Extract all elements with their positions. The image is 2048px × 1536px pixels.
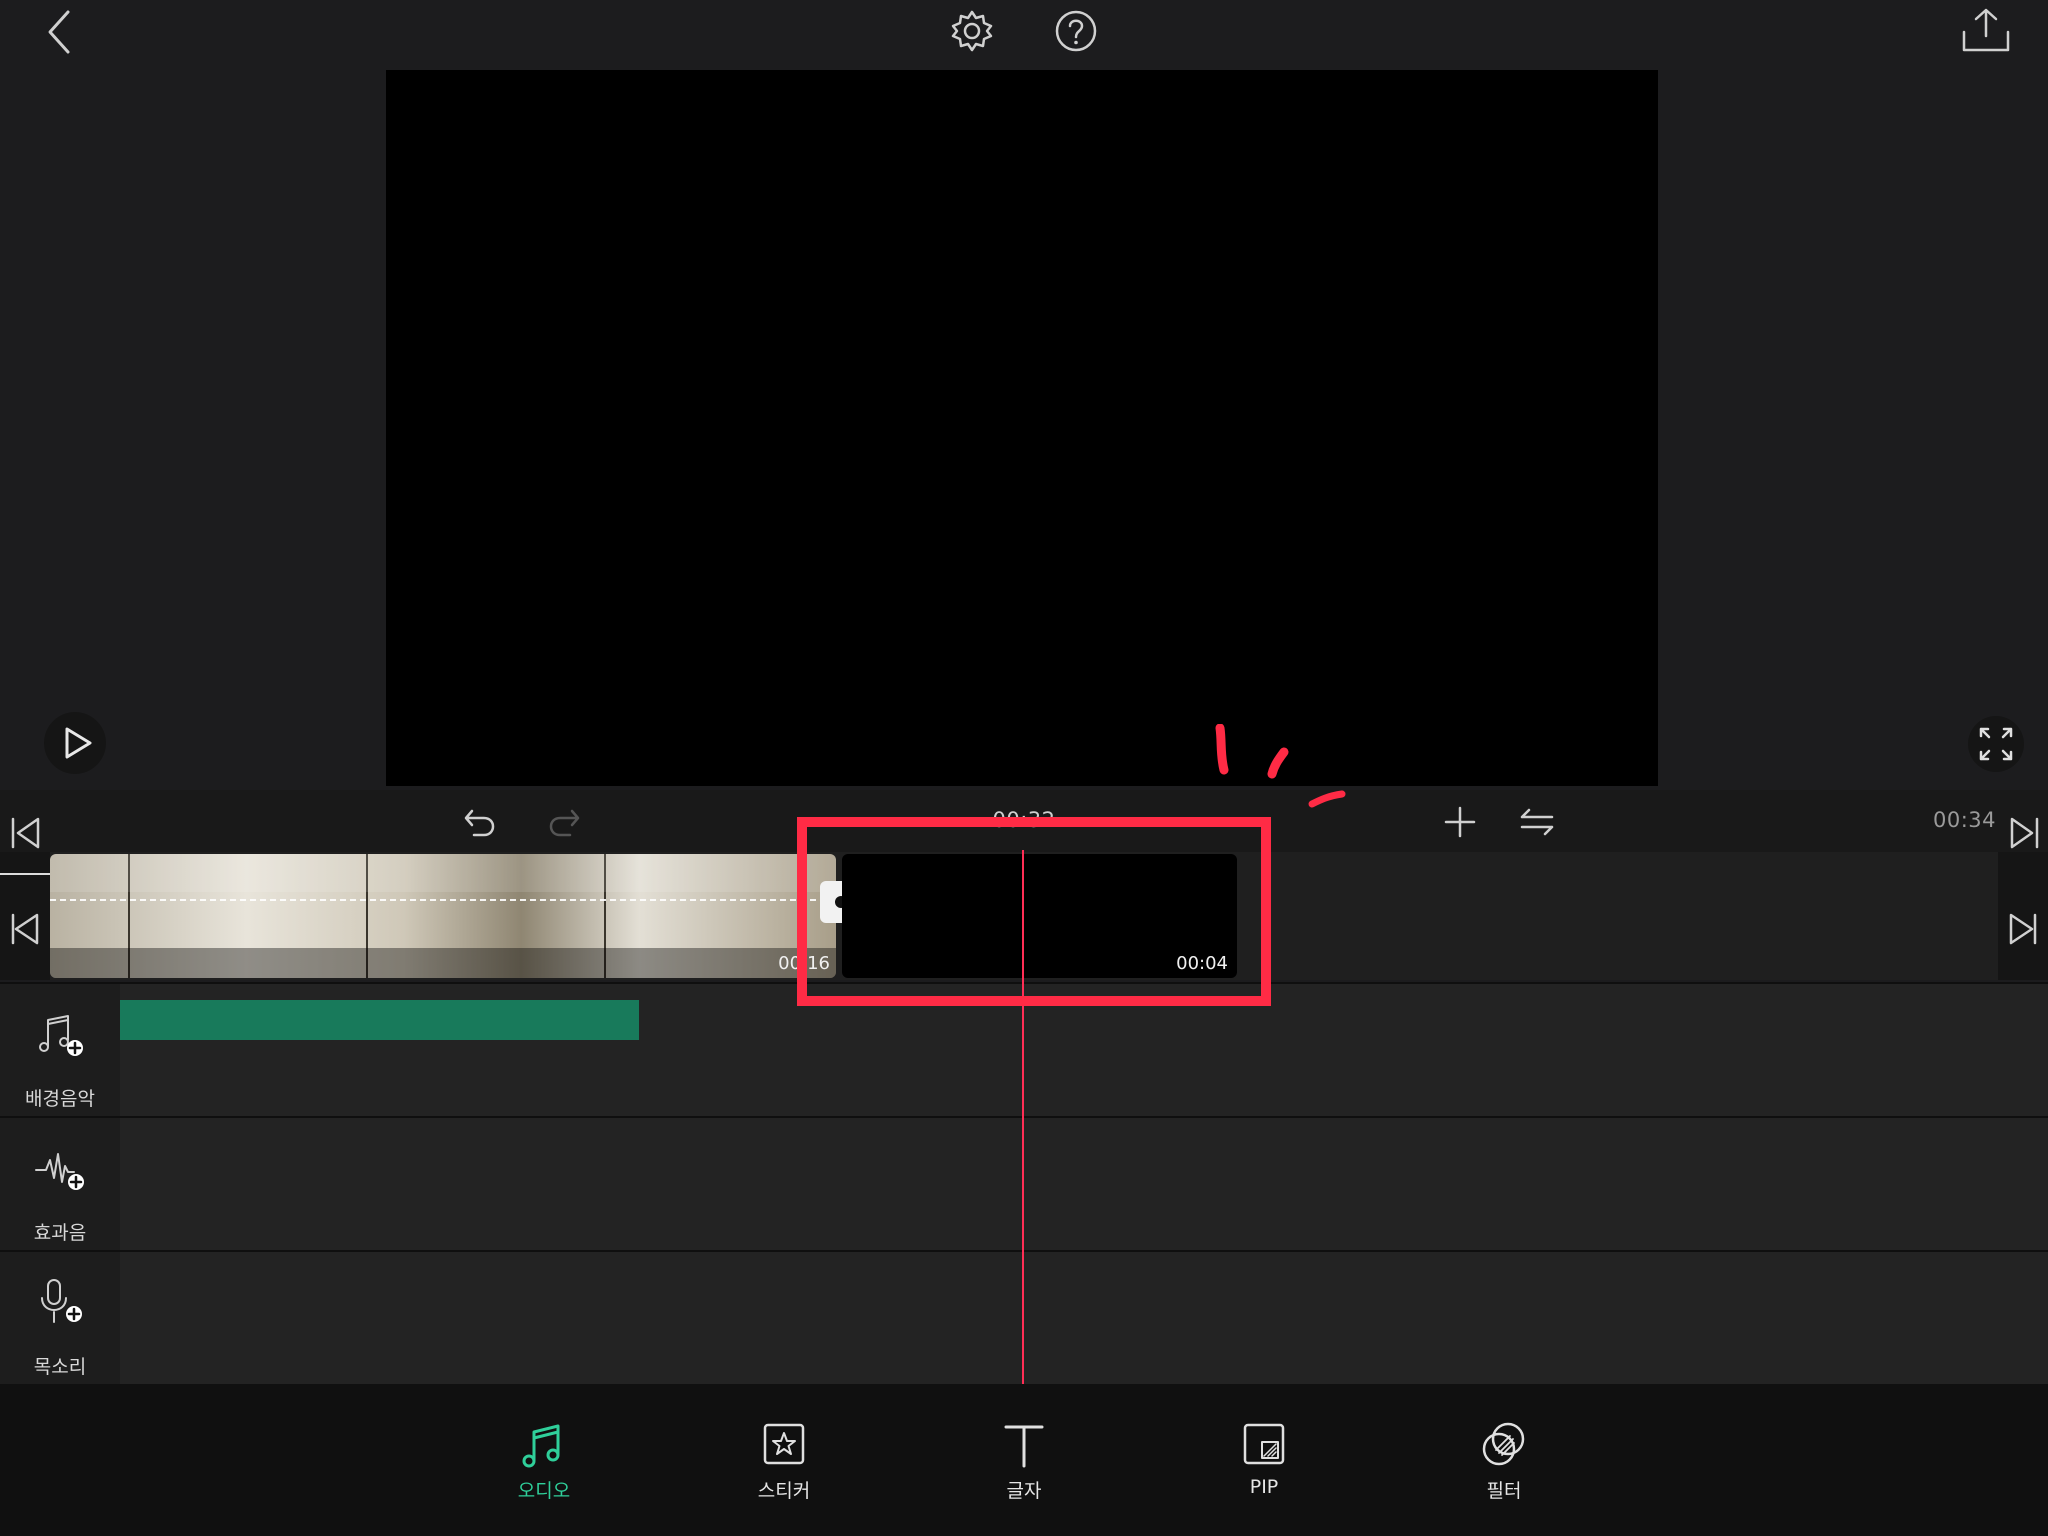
tool-filter[interactable]: 필터 [1424, 1384, 1584, 1536]
play-button[interactable] [44, 712, 106, 774]
track-label: 배경음악 [25, 1088, 95, 1110]
jump-to-end-icon[interactable] [2008, 816, 2040, 850]
top-bar [0, 0, 2048, 70]
settings-gear-icon[interactable] [950, 9, 994, 53]
back-icon[interactable] [44, 8, 76, 56]
track-label: 효과음 [33, 1222, 87, 1244]
video-clip[interactable]: 00:16 [50, 854, 836, 978]
tool-label: PIP [1249, 1476, 1279, 1498]
fullscreen-icon[interactable] [1968, 716, 2024, 772]
music-note-icon [520, 1422, 568, 1470]
bottom-toolbar: 오디오 스티커 글자 PIP 필터 [0, 1384, 2048, 1536]
volume-line[interactable] [50, 899, 836, 901]
swap-arrows-icon[interactable] [1520, 806, 1554, 838]
waveform-add-icon[interactable] [34, 1148, 86, 1192]
pip-icon [1242, 1422, 1286, 1466]
next-frame-icon[interactable] [2008, 912, 2038, 946]
tool-label: 스티커 [757, 1480, 811, 1502]
clip-footer [50, 948, 836, 978]
timeline-start-marker [0, 873, 50, 875]
undo-icon[interactable] [462, 804, 498, 840]
help-icon[interactable] [1054, 9, 1098, 53]
track-label: 목소리 [33, 1356, 87, 1378]
tool-label: 글자 [1006, 1480, 1042, 1502]
tool-audio[interactable]: 오디오 [464, 1384, 624, 1536]
jump-to-start-icon[interactable] [10, 816, 42, 850]
audio-clip[interactable] [120, 1000, 639, 1040]
previous-frame-icon[interactable] [10, 912, 40, 946]
music-note-add-icon[interactable] [36, 1012, 86, 1058]
video-preview[interactable] [386, 70, 1658, 786]
tool-label: 필터 [1486, 1480, 1522, 1502]
add-icon[interactable] [1444, 806, 1476, 838]
redo-icon[interactable] [546, 804, 582, 840]
tool-pip[interactable]: PIP [1184, 1384, 1344, 1536]
microphone-add-icon[interactable] [38, 1278, 88, 1328]
total-time: 00:34 [1932, 808, 1996, 832]
tool-label: 오디오 [517, 1480, 571, 1502]
sound-effect-track[interactable]: 효과음 [0, 1116, 2048, 1250]
filter-circles-icon [1480, 1420, 1528, 1468]
annotation-highlight-box [797, 817, 1271, 1006]
export-share-icon[interactable] [1960, 6, 2012, 54]
volume-band [50, 854, 836, 892]
tool-sticker[interactable]: 스티커 [704, 1384, 864, 1536]
star-box-icon [762, 1422, 806, 1466]
annotation-marks [1208, 723, 1348, 818]
tool-text[interactable]: 글자 [944, 1384, 1104, 1536]
voice-track[interactable]: 목소리 [0, 1250, 2048, 1384]
text-t-icon [1002, 1422, 1046, 1468]
